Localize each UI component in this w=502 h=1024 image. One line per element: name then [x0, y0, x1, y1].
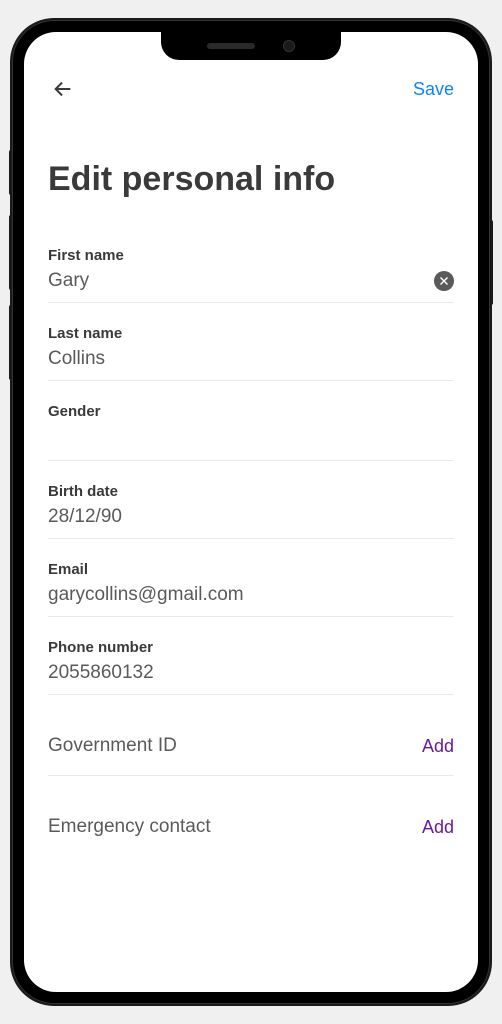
- birth-date-input[interactable]: [48, 506, 454, 528]
- field-label: Email: [48, 561, 454, 578]
- last-name-field: Last name: [48, 325, 454, 381]
- email-field: Email: [48, 561, 454, 617]
- close-icon: [439, 276, 449, 286]
- last-name-input[interactable]: [48, 348, 454, 370]
- email-input[interactable]: [48, 584, 454, 606]
- screen: Save Edit personal info First name Last: [24, 32, 478, 992]
- field-row: [48, 426, 454, 450]
- page-title: Edit personal info: [48, 160, 454, 199]
- gender-input[interactable]: [48, 426, 454, 450]
- notch: [161, 32, 341, 60]
- side-button: [9, 305, 12, 380]
- field-label: First name: [48, 247, 454, 264]
- side-button: [9, 215, 12, 290]
- add-emergency-contact-button[interactable]: Add: [422, 817, 454, 838]
- field-label: Birth date: [48, 483, 454, 500]
- first-name-input[interactable]: [48, 270, 434, 292]
- side-button: [9, 150, 12, 195]
- link-label: Government ID: [48, 735, 177, 757]
- field-label: Gender: [48, 403, 454, 420]
- speaker: [207, 43, 255, 49]
- first-name-field: First name: [48, 247, 454, 303]
- field-row: [48, 662, 454, 684]
- content: Save Edit personal info First name Last: [24, 32, 478, 992]
- clear-button[interactable]: [434, 271, 454, 291]
- phone-field: Phone number: [48, 639, 454, 695]
- emergency-contact-row[interactable]: Emergency contact Add: [48, 798, 454, 856]
- link-label: Emergency contact: [48, 816, 211, 838]
- side-button: [490, 220, 493, 305]
- field-label: Phone number: [48, 639, 454, 656]
- phone-input[interactable]: [48, 662, 454, 684]
- save-button[interactable]: Save: [413, 79, 454, 100]
- add-government-id-button[interactable]: Add: [422, 736, 454, 757]
- back-arrow-icon: [52, 78, 74, 100]
- gender-field: Gender: [48, 403, 454, 461]
- birth-date-field: Birth date: [48, 483, 454, 539]
- phone-frame: Save Edit personal info First name Last: [12, 20, 490, 1004]
- field-label: Last name: [48, 325, 454, 342]
- field-row: [48, 270, 454, 292]
- field-row: [48, 348, 454, 370]
- field-row: [48, 584, 454, 606]
- government-id-row[interactable]: Government ID Add: [48, 717, 454, 776]
- front-camera: [283, 40, 295, 52]
- back-button[interactable]: [48, 74, 78, 104]
- field-row: [48, 506, 454, 528]
